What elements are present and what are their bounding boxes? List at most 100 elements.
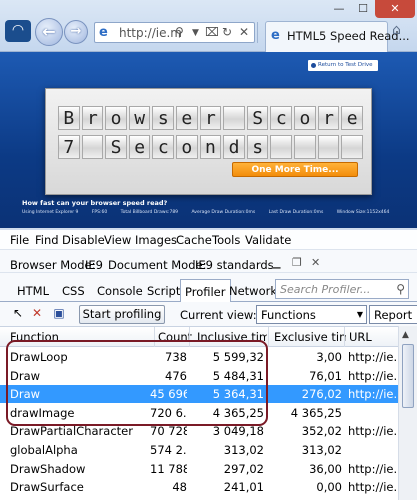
scoreboard-cell xyxy=(223,106,245,130)
table-row[interactable]: Draw 476 5 484,31 76,01 http://ie.m xyxy=(0,367,398,385)
scrollbar-thumb[interactable] xyxy=(402,344,414,408)
scoreboard-cell: o xyxy=(294,106,316,130)
web-page: Return to Test Drive Browser Score 7 Sec… xyxy=(0,52,417,228)
scoreboard-cell xyxy=(81,135,104,159)
ie-icon: e xyxy=(99,25,108,40)
devtools-tab-bar: HTML CSS Console Script Profiler Network… xyxy=(0,276,417,302)
menu-images[interactable]: Images xyxy=(135,233,177,247)
close-button[interactable]: ✕ xyxy=(375,0,415,18)
maximize-button[interactable]: ☐ xyxy=(351,0,375,18)
profiler-toolbar: ↖ ✕ ▣ Start profiling Current view: Func… xyxy=(0,303,417,325)
scoreboard-cell: 7 xyxy=(58,135,80,159)
table-row[interactable]: DrawLoop 738 5 599,32 3,00 http://ie.m xyxy=(0,348,398,366)
profiler-results-table: Function Count Inclusive tim... Exclusiv… xyxy=(0,326,398,500)
cell-exclusive-time: 352,02 xyxy=(301,424,342,439)
address-bar[interactable]: e http://ie.m ⚲ ▼ ⌧ ↻ ✕ xyxy=(94,22,255,43)
cell-exclusive-time: 313,02 xyxy=(301,443,342,457)
menu-view[interactable]: View xyxy=(104,233,131,247)
stat-draws: Total Billboard Draws:789 xyxy=(120,210,179,215)
column-count[interactable]: Count xyxy=(158,330,192,344)
cell-count: 45 696 xyxy=(150,387,187,402)
cell-function: drawImage xyxy=(10,405,75,420)
report-select[interactable]: Report 1 xyxy=(369,305,417,324)
stop-icon[interactable]: ✕ xyxy=(239,25,249,39)
scoreboard-row-1: Browser Score xyxy=(58,106,363,130)
scoreboard-cell: S xyxy=(105,135,127,159)
document-mode-label: Document Mode: xyxy=(108,258,207,272)
current-view-select[interactable]: Functions ▼ xyxy=(256,305,367,324)
restore-panel-icon[interactable]: ❐ xyxy=(292,256,302,269)
menu-find[interactable]: Find xyxy=(35,233,59,247)
table-row[interactable]: DrawShadow 11 788 297,02 36,00 http://ie.m xyxy=(0,460,398,478)
menu-disable[interactable]: Disable xyxy=(62,233,105,247)
menu-validate[interactable]: Validate xyxy=(245,233,291,247)
table-row[interactable]: drawImage 720 6... 4 365,25 4 365,25 xyxy=(0,404,398,422)
cell-function: DrawLoop xyxy=(10,350,68,364)
scoreboard-cell xyxy=(317,135,340,159)
column-inclusive-time[interactable]: Inclusive tim... xyxy=(197,330,267,344)
compat-view-icon[interactable]: ⌧ xyxy=(205,25,219,39)
cell-exclusive-time: 36,00 xyxy=(309,461,342,476)
save-icon[interactable]: ▣ xyxy=(52,307,66,321)
address-text[interactable]: http://ie.m xyxy=(119,26,182,40)
table-row[interactable]: DrawSurface 48 241,01 0,00 http://ie.m xyxy=(0,478,398,496)
search-icon[interactable]: ⚲ xyxy=(175,25,184,39)
minimize-button[interactable]: — xyxy=(327,0,351,18)
tab-html[interactable]: HTML xyxy=(17,284,49,298)
search-profiler-input[interactable]: Search Profiler... ⚲ xyxy=(275,279,409,299)
dropdown-icon[interactable]: ▼ xyxy=(192,28,199,38)
table-row[interactable]: DrawPartialCharacter 70 728 3 049,18 352,02… xyxy=(0,422,398,440)
cell-inclusive-time: 297,02 xyxy=(223,461,264,476)
cell-count: 70 728 xyxy=(150,424,187,439)
select-element-icon[interactable]: ↖ xyxy=(11,307,25,321)
page-subtitle: How fast can your browser speed read? xyxy=(22,199,168,207)
tab-css[interactable]: CSS xyxy=(62,284,85,298)
cell-exclusive-time: 0,00 xyxy=(316,480,342,495)
column-divider[interactable] xyxy=(154,327,155,347)
tab-console[interactable]: Console xyxy=(97,284,143,298)
cell-inclusive-time: 5 484,31 xyxy=(212,368,264,383)
search-profiler-placeholder: Search Profiler... xyxy=(280,283,371,296)
home-icon[interactable]: ⌂ xyxy=(392,22,401,38)
scoreboard-cell: e xyxy=(128,135,151,159)
back-button[interactable]: ← xyxy=(35,18,63,46)
cell-inclusive-time: 5 364,31 xyxy=(212,387,264,402)
scoreboard-cell: S xyxy=(246,106,269,130)
start-profiling-button[interactable]: Start profiling xyxy=(79,305,165,324)
one-more-time-button[interactable]: One More Time... xyxy=(232,162,358,177)
column-url[interactable]: URL xyxy=(349,330,372,344)
cell-function: globalAlpha xyxy=(10,443,78,457)
cell-exclusive-time: 76,01 xyxy=(309,368,342,383)
close-panel-icon[interactable]: ✕ xyxy=(311,256,320,269)
document-mode-value[interactable]: IE9 standards xyxy=(195,258,274,272)
menu-cache[interactable]: Cache xyxy=(176,233,212,247)
scroll-up-icon[interactable]: ▲ xyxy=(402,330,409,340)
active-browser-tab[interactable]: e HTML5 Speed Read... xyxy=(265,21,410,52)
cell-url: http://ie.m xyxy=(348,368,398,383)
tab-network[interactable]: Network xyxy=(229,284,277,298)
tab-profiler[interactable]: Profiler xyxy=(180,279,231,302)
menu-tools[interactable]: Tools xyxy=(212,233,240,247)
vertical-scrollbar[interactable]: ▲ xyxy=(398,326,417,500)
tab-script[interactable]: Script xyxy=(147,284,180,298)
table-row[interactable]: globalAlpha 574 2... 313,02 313,02 xyxy=(0,441,398,459)
column-divider[interactable] xyxy=(189,327,190,347)
column-divider[interactable] xyxy=(344,327,345,347)
browser-mode-value[interactable]: IE9 xyxy=(85,258,103,272)
browser-chrome: — ☐ ✕ ◠ ← → e http://ie.m ⚲ ▼ ⌧ ↻ ✕ e HT… xyxy=(0,0,417,52)
column-exclusive-time[interactable]: Exclusive tim... xyxy=(274,330,346,344)
return-to-test-drive-link[interactable]: Return to Test Drive xyxy=(308,60,378,71)
menu-file[interactable]: File xyxy=(10,233,29,247)
column-divider[interactable] xyxy=(268,327,269,347)
scoreboard-cell: s xyxy=(246,135,269,159)
refresh-icon[interactable]: ↻ xyxy=(222,25,232,39)
search-icon[interactable]: ⚲ xyxy=(396,282,405,296)
table-row[interactable]: Draw 45 696 5 364,31 276,02 http://ie.m xyxy=(0,385,398,404)
scoreboard-cell: n xyxy=(199,135,222,159)
minimize-panel-icon[interactable]: ▁ xyxy=(272,256,280,269)
clear-icon[interactable]: ✕ xyxy=(30,307,44,321)
forward-button[interactable]: → xyxy=(64,20,88,44)
table-header: Function Count Inclusive tim... Exclusiv… xyxy=(0,327,398,347)
column-function[interactable]: Function xyxy=(10,330,59,344)
scoreboard-cell: o xyxy=(176,135,198,159)
